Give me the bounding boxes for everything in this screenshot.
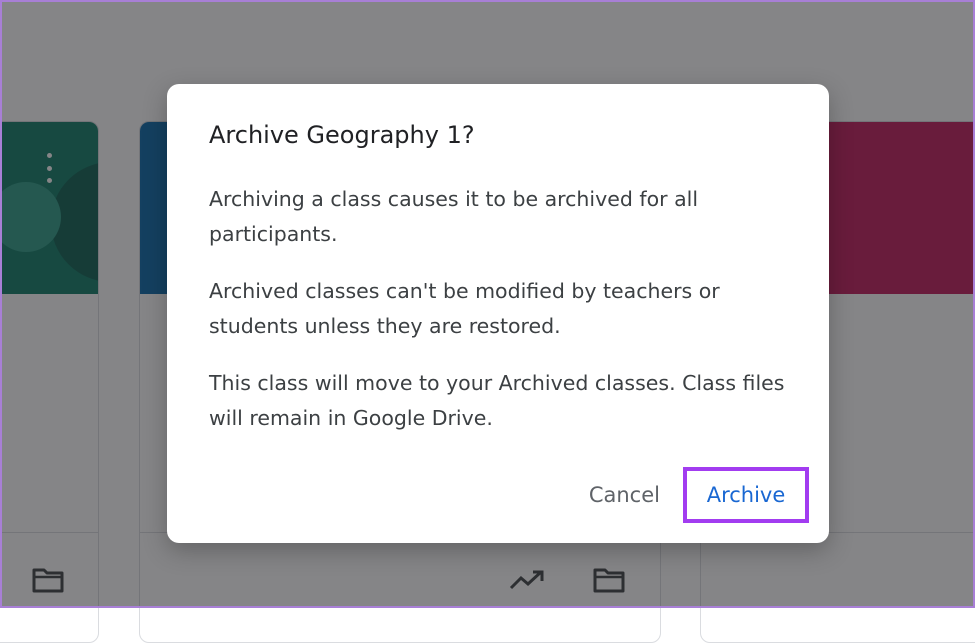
dialog-paragraph-drive: This class will move to your Archived cl… bbox=[209, 371, 785, 430]
dialog-paragraph-restrictions: Archived classes can't be modified by te… bbox=[209, 279, 720, 338]
dialog-paragraph-archiving: Archiving a class causes it to be archiv… bbox=[209, 187, 699, 246]
cancel-button[interactable]: Cancel bbox=[589, 467, 660, 523]
dialog-actions: Cancel Archive bbox=[589, 467, 809, 523]
archive-button[interactable]: Archive bbox=[683, 467, 809, 523]
archive-class-dialog: Archive Geography 1? Archiving a class c… bbox=[167, 84, 829, 543]
dialog-title: Archive Geography 1? bbox=[209, 121, 475, 149]
